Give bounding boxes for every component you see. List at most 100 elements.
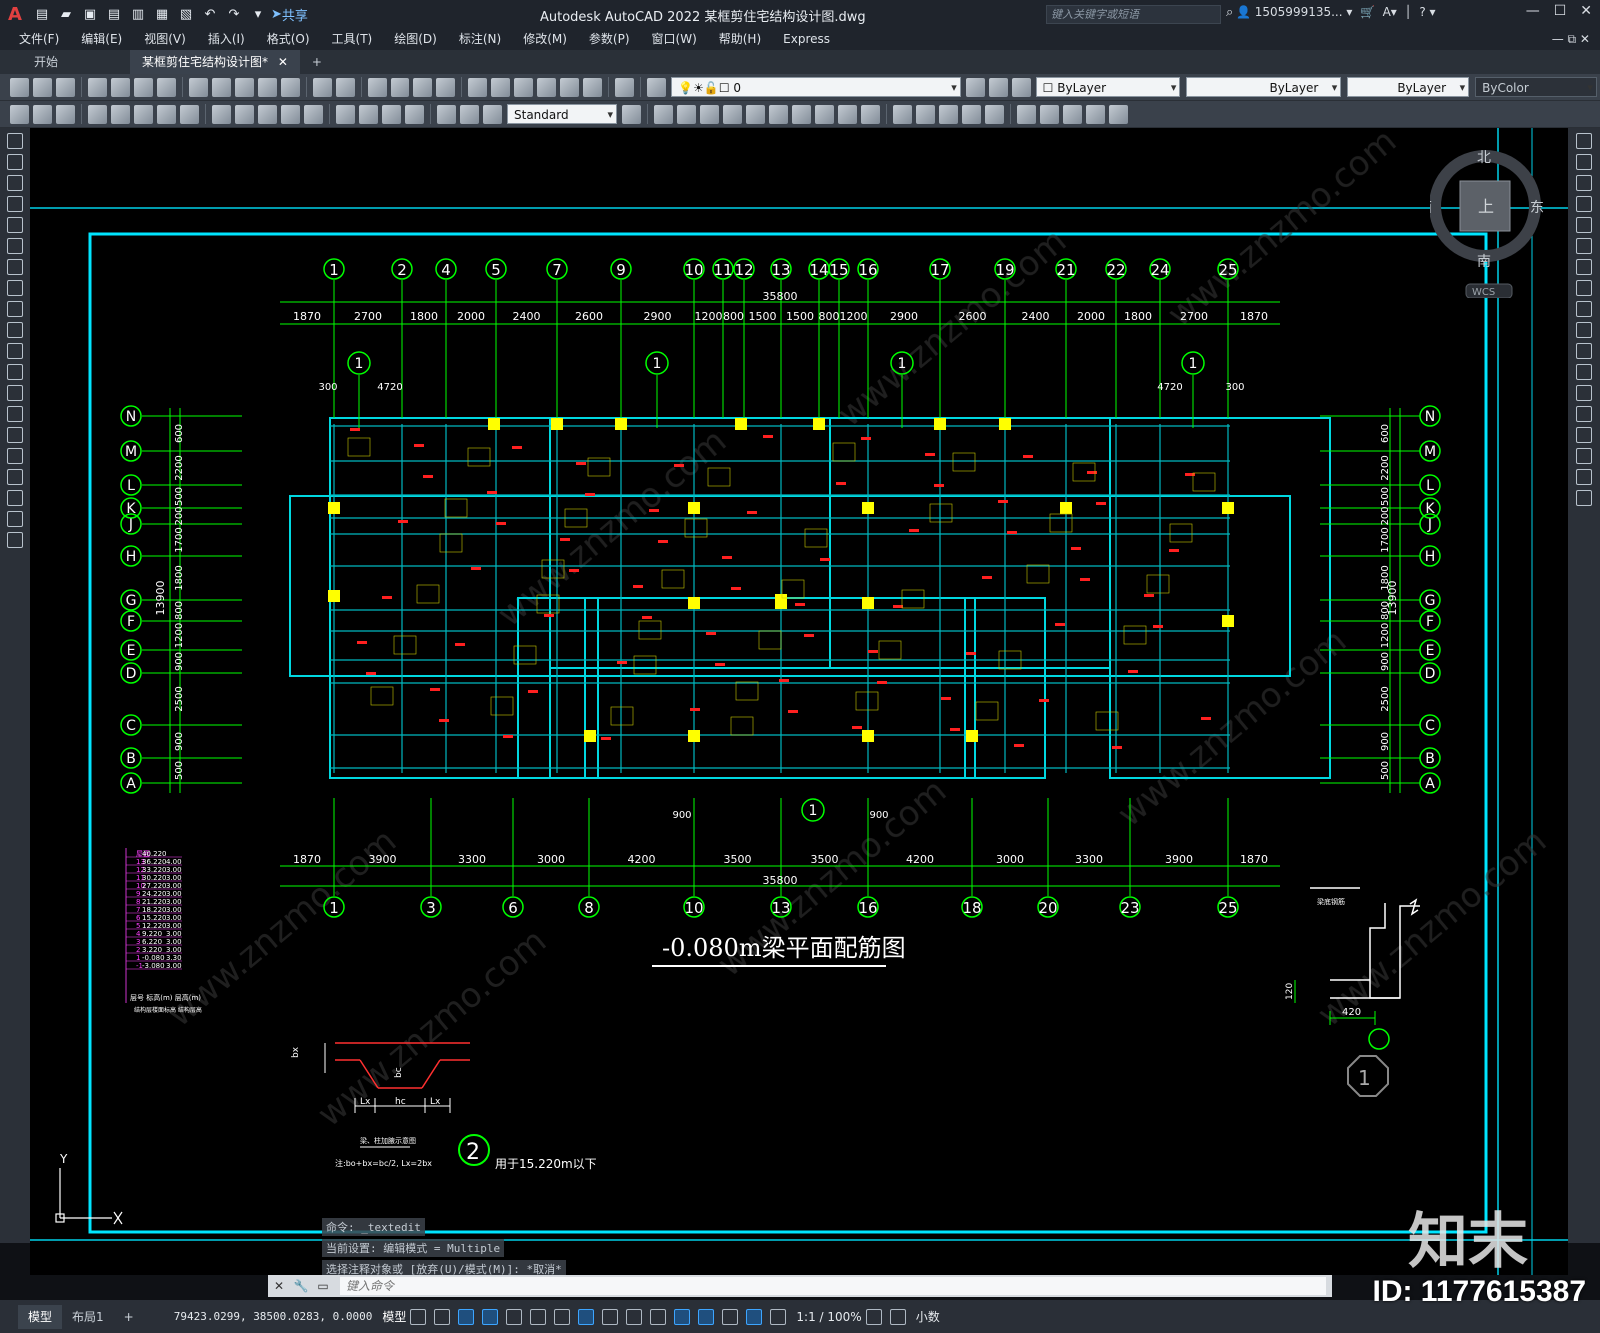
dim-break-icon[interactable] (304, 104, 323, 124)
menu-edit[interactable]: 编辑(E) (70, 28, 133, 50)
layer-properties-icon[interactable] (647, 77, 667, 97)
mirror-icon[interactable] (1576, 175, 1592, 191)
menu-parametric[interactable]: 参数(P) (578, 28, 641, 50)
layout-add-button[interactable]: + (114, 1305, 144, 1329)
new-file-icon[interactable]: ▤ (31, 4, 53, 24)
undo-icon[interactable]: ↶ (199, 4, 221, 24)
tab-add-button[interactable]: + (300, 50, 334, 74)
plot-icon[interactable]: ▧ (175, 4, 197, 24)
dim-radius-icon[interactable] (111, 104, 130, 124)
spline-icon[interactable] (7, 301, 23, 317)
dim-update-icon[interactable] (483, 104, 502, 124)
join-icon[interactable] (1576, 406, 1592, 422)
dynamic-ucs-icon[interactable] (698, 1308, 715, 1325)
wcs-label[interactable]: WCS (1472, 287, 1495, 298)
lineweight-icon[interactable] (602, 1308, 619, 1325)
ortho-icon[interactable] (482, 1308, 499, 1325)
xray-icon[interactable] (985, 104, 1004, 124)
open-icon[interactable] (32, 77, 52, 97)
menu-help[interactable]: 帮助(H) (708, 28, 772, 50)
dim-angular-icon[interactable] (180, 104, 199, 124)
dim-arc-icon[interactable] (56, 104, 75, 124)
move-icon[interactable] (1576, 238, 1592, 254)
ucs-world-icon[interactable] (1040, 104, 1059, 124)
plotstyle-dropdown[interactable]: ByColor (1475, 77, 1597, 98)
redo-icon[interactable]: ↷ (223, 4, 245, 24)
annotation-scale[interactable]: 1:1 / 100% (796, 1310, 861, 1324)
view-top-icon[interactable] (654, 104, 673, 124)
copy-icon[interactable] (211, 77, 231, 97)
make-current-icon[interactable] (965, 77, 985, 97)
paste-icon[interactable] (234, 77, 254, 97)
snap-icon[interactable] (434, 1308, 451, 1325)
construction-line-icon[interactable] (7, 154, 23, 170)
offset-icon[interactable] (1576, 196, 1592, 212)
plot-icon[interactable] (87, 77, 107, 97)
polar-icon[interactable] (506, 1308, 523, 1325)
save-icon[interactable]: ▣ (79, 4, 101, 24)
view-se-icon[interactable] (815, 104, 834, 124)
layout-tab-layout1[interactable]: 布局1 (62, 1305, 114, 1329)
layer-dropdown[interactable]: 💡☀🔓☐ 0 (671, 77, 961, 98)
circle-icon[interactable] (7, 259, 23, 275)
markup-icon[interactable] (560, 77, 580, 97)
menu-view[interactable]: 视图(V) (133, 28, 197, 50)
close-icon[interactable]: ✕ (1580, 3, 1592, 19)
layer-previous-icon[interactable] (988, 77, 1008, 97)
annotation-visibility-icon[interactable] (746, 1308, 763, 1325)
menu-draw[interactable]: 绘图(D) (383, 28, 448, 50)
jogged-linear-icon[interactable] (405, 104, 424, 124)
view-cube[interactable]: 上 北 南 西 东 WCS (1430, 148, 1544, 298)
view-bottom-icon[interactable] (677, 104, 696, 124)
dim-ordinate-icon[interactable] (88, 104, 107, 124)
qnew-icon[interactable] (9, 77, 29, 97)
infer-constraints-icon[interactable] (458, 1308, 475, 1325)
dim-jogged-icon[interactable] (134, 104, 153, 124)
ucs-previous-icon[interactable] (1063, 104, 1082, 124)
block-editor-icon[interactable] (280, 77, 300, 97)
object-snap-icon[interactable] (578, 1308, 595, 1325)
doc-window-controls[interactable]: — ⧉ ✕ (1552, 32, 1590, 47)
rectangle-icon[interactable] (7, 217, 23, 233)
command-recent-icon[interactable]: ▭ (312, 1279, 334, 1293)
explode-icon[interactable] (1576, 490, 1592, 506)
isodraft-icon[interactable] (530, 1308, 547, 1325)
selection-filter-icon[interactable] (722, 1308, 739, 1325)
make-block-icon[interactable] (7, 385, 23, 401)
revcloud-icon[interactable] (7, 280, 23, 296)
menu-format[interactable]: 格式(O) (256, 28, 321, 50)
dim-space-icon[interactable] (281, 104, 300, 124)
view-front-icon[interactable] (746, 104, 765, 124)
text-style-dropdown[interactable]: Standard (507, 104, 617, 125)
copy-object-icon[interactable] (1576, 154, 1592, 170)
transparency-icon[interactable] (626, 1308, 643, 1325)
scale-icon[interactable] (1576, 280, 1592, 296)
help-icon[interactable] (615, 77, 635, 97)
zoom-realtime-icon[interactable] (390, 77, 410, 97)
workspace-dropdown-icon[interactable]: ▾ (247, 4, 269, 24)
view-left-icon[interactable] (700, 104, 719, 124)
array-icon[interactable] (1576, 217, 1592, 233)
auto-scale-icon[interactable] (770, 1308, 787, 1325)
fillet-icon[interactable] (1576, 448, 1592, 464)
cut-icon[interactable] (188, 77, 208, 97)
center-mark-icon[interactable] (359, 104, 378, 124)
view-nw-icon[interactable] (861, 104, 880, 124)
menu-file[interactable]: 文件(F) (8, 28, 70, 50)
break-point-icon[interactable] (1576, 364, 1592, 380)
dim-text-edit-icon[interactable] (460, 104, 479, 124)
menu-modify[interactable]: 修改(M) (512, 28, 578, 50)
object-snap-tracking-icon[interactable] (554, 1308, 571, 1325)
selection-cycling-icon[interactable] (650, 1308, 667, 1325)
break-icon[interactable] (1576, 385, 1592, 401)
command-close-icon[interactable]: ✕ (268, 1279, 290, 1293)
point-icon[interactable] (7, 406, 23, 422)
preview-icon[interactable] (110, 77, 130, 97)
layout-tab-model[interactable]: 模型 (18, 1304, 63, 1329)
quickcalc-icon[interactable] (583, 77, 603, 97)
realistic-icon[interactable] (939, 104, 958, 124)
dim-edit-icon[interactable] (437, 104, 456, 124)
view-sw-icon[interactable] (792, 104, 811, 124)
grid-icon[interactable] (410, 1308, 427, 1325)
visual-style-icon[interactable] (893, 104, 912, 124)
